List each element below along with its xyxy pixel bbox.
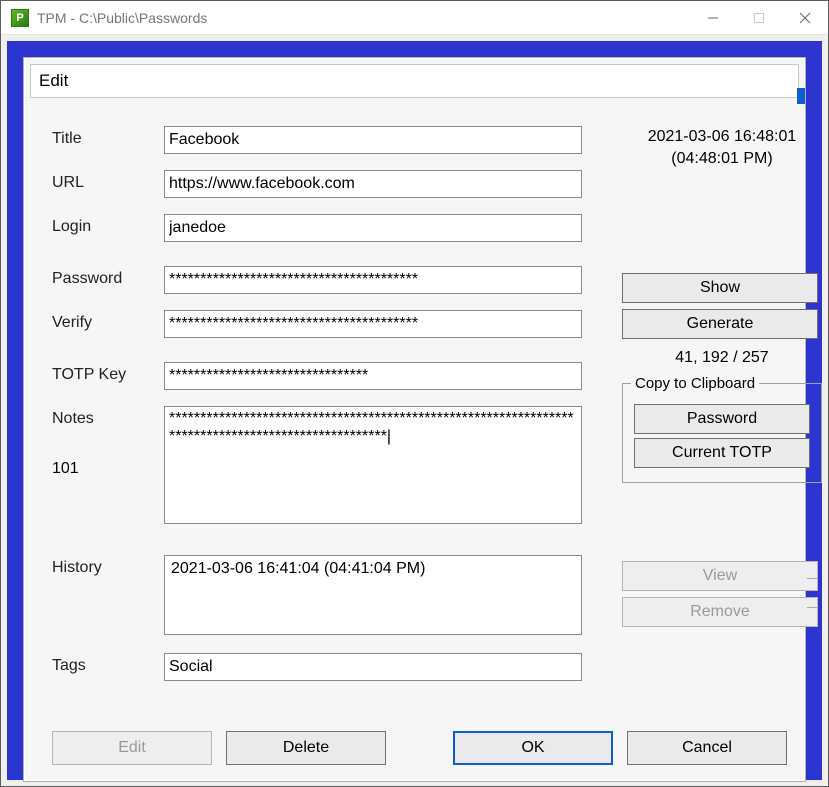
view-button[interactable]: View bbox=[622, 561, 818, 591]
clipboard-legend: Copy to Clipboard bbox=[631, 375, 759, 392]
copy-password-button[interactable]: Password bbox=[634, 404, 810, 434]
generate-button[interactable]: Generate bbox=[622, 309, 818, 339]
label-totp: TOTP Key bbox=[52, 362, 164, 384]
history-item[interactable]: 2021-03-06 16:41:04 (04:41:04 PM) bbox=[171, 560, 575, 578]
label-password: Password bbox=[52, 266, 164, 288]
verify-field[interactable] bbox=[164, 310, 582, 338]
history-list[interactable]: 2021-03-06 16:41:04 (04:41:04 PM) bbox=[164, 555, 582, 635]
minimize-button[interactable] bbox=[690, 1, 736, 35]
login-field[interactable] bbox=[164, 214, 582, 242]
timestamp: 2021-03-06 16:48:01 (04:48:01 PM) bbox=[622, 126, 822, 169]
background-window-edge bbox=[807, 578, 817, 608]
label-tags: Tags bbox=[52, 653, 164, 675]
maximize-button[interactable] bbox=[736, 1, 782, 35]
password-stats: 41, 192 / 257 bbox=[622, 349, 822, 367]
ok-button[interactable]: OK bbox=[453, 731, 613, 765]
password-field[interactable] bbox=[164, 266, 582, 294]
copy-totp-button[interactable]: Current TOTP bbox=[634, 438, 810, 468]
totp-field[interactable] bbox=[164, 362, 582, 390]
edit-button[interactable]: Edit bbox=[52, 731, 212, 765]
cancel-button[interactable]: Cancel bbox=[627, 731, 787, 765]
close-button[interactable] bbox=[782, 1, 828, 35]
label-title: Title bbox=[52, 126, 164, 148]
label-notes: Notes bbox=[52, 406, 164, 428]
delete-button[interactable]: Delete bbox=[226, 731, 386, 765]
dialog-title: Edit bbox=[30, 64, 799, 98]
notes-field[interactable]: ****************************************… bbox=[164, 406, 582, 524]
titlebar: P TPM - C:\Public\Passwords bbox=[1, 1, 828, 35]
timestamp-line1: 2021-03-06 16:48:01 bbox=[622, 126, 822, 148]
scroll-indicator bbox=[797, 88, 805, 104]
window-title: TPM - C:\Public\Passwords bbox=[37, 10, 207, 26]
label-verify: Verify bbox=[52, 310, 164, 332]
copy-to-clipboard-group: Copy to Clipboard Password Current TOTP bbox=[622, 375, 822, 483]
notes-count: 101 bbox=[52, 460, 79, 478]
timestamp-line2: (04:48:01 PM) bbox=[622, 148, 822, 170]
label-history: History bbox=[52, 555, 164, 577]
title-field[interactable] bbox=[164, 126, 582, 154]
app-icon: P bbox=[11, 9, 29, 27]
label-url: URL bbox=[52, 170, 164, 192]
tags-field[interactable] bbox=[164, 653, 582, 681]
label-login: Login bbox=[52, 214, 164, 236]
edit-dialog: Edit Title URL Login Password Verify bbox=[23, 57, 806, 782]
url-field[interactable] bbox=[164, 170, 582, 198]
remove-button[interactable]: Remove bbox=[622, 597, 818, 627]
show-button[interactable]: Show bbox=[622, 273, 818, 303]
